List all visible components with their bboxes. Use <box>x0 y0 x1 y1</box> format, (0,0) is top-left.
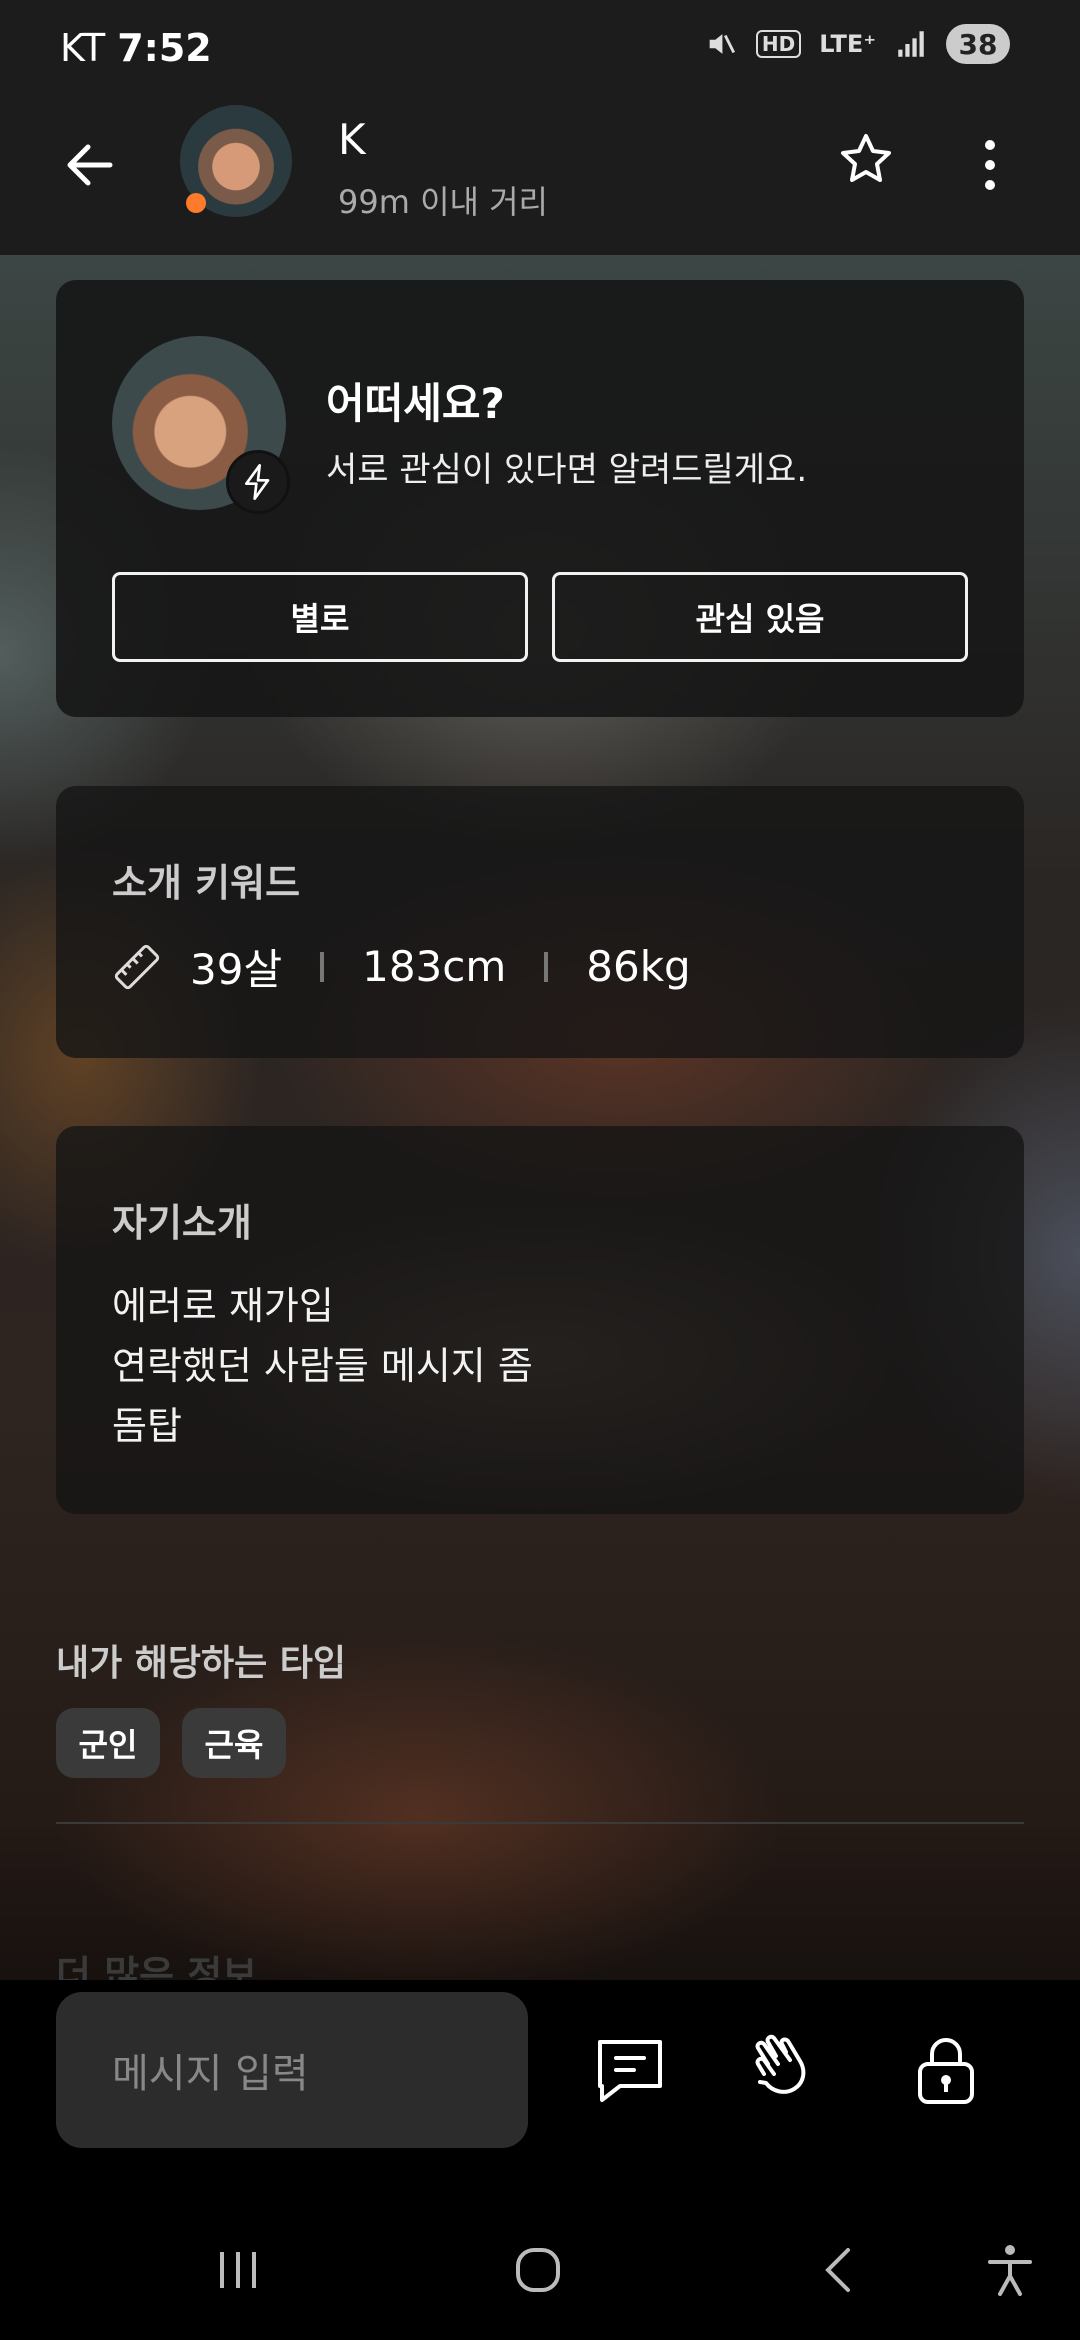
chat-icon[interactable] <box>590 2030 670 2110</box>
divider <box>56 1822 1024 1824</box>
keywords-title: 소개 키워드 <box>112 861 301 905</box>
separator <box>544 951 549 982</box>
lte-icon: LTE⁺ <box>819 30 876 58</box>
interest-prompt-card: 어떠세요? 서로 관심이 있다면 알려드릴게요. 별로 관심 있음 <box>56 280 1024 717</box>
carrier-label: KT <box>60 25 106 70</box>
mute-icon <box>709 34 735 54</box>
interested-button[interactable]: 관심 있음 <box>552 572 968 662</box>
lightning-icon <box>226 450 290 514</box>
recent-apps-icon[interactable] <box>208 2240 268 2300</box>
intro-line: 에러로 재가입 <box>112 1284 334 1328</box>
more-vertical-icon[interactable] <box>970 135 1010 195</box>
status-icons: HD LTE⁺ 38 <box>704 24 1010 64</box>
clock: 7:52 <box>117 25 212 70</box>
intro-title: 자기소개 <box>112 1201 252 1245</box>
online-status-dot <box>186 193 206 213</box>
message-input[interactable]: 메시지 입력 <box>56 1992 528 2148</box>
back-arrow-icon[interactable] <box>60 135 120 195</box>
age-value: 39살 <box>190 945 283 994</box>
intro-line: 연락했던 사람들 메시지 좀 <box>112 1344 533 1388</box>
accessibility-icon[interactable] <box>980 2240 1040 2300</box>
type-tag: 군인 <box>56 1708 160 1778</box>
profile-name: K <box>338 115 366 164</box>
signal-icon <box>898 31 924 57</box>
weight-value: 86kg <box>586 942 691 991</box>
battery-indicator: 38 <box>946 24 1010 64</box>
home-icon[interactable] <box>508 2240 568 2300</box>
separator <box>320 951 325 982</box>
lock-icon[interactable] <box>906 2030 986 2110</box>
intro-line: 돔탑 <box>112 1404 182 1448</box>
ruler-icon <box>114 944 160 989</box>
self-intro-card: 자기소개 에러로 재가입 연락했던 사람들 메시지 좀 돔탑 <box>56 1126 1024 1514</box>
hd-icon: HD <box>755 30 802 58</box>
not-interested-button[interactable]: 별로 <box>112 572 528 662</box>
keywords-card: 소개 키워드 39살 183cm 86kg <box>56 786 1024 1058</box>
type-tag: 근육 <box>182 1708 286 1778</box>
intro-text: 에러로 재가입 연락했던 사람들 메시지 좀 돔탑 <box>112 1276 533 1456</box>
types-title: 내가 해당하는 타입 <box>56 1643 347 1684</box>
prompt-subtitle: 서로 관심이 있다면 알려드릴게요. <box>326 450 808 490</box>
wave-hand-icon[interactable] <box>742 2030 822 2110</box>
star-icon[interactable] <box>836 130 896 190</box>
distance-label: 99m 이내 거리 <box>338 183 548 221</box>
prompt-title: 어떠세요? <box>326 379 505 428</box>
back-nav-icon[interactable] <box>810 2240 870 2300</box>
body-stats: 39살 183cm 86kg <box>112 936 691 997</box>
profile-header: K 99m 이내 거리 <box>0 95 1080 255</box>
height-value: 183cm <box>362 942 507 991</box>
status-bar: KT 7:52 HD LTE⁺ 38 <box>0 0 1080 95</box>
